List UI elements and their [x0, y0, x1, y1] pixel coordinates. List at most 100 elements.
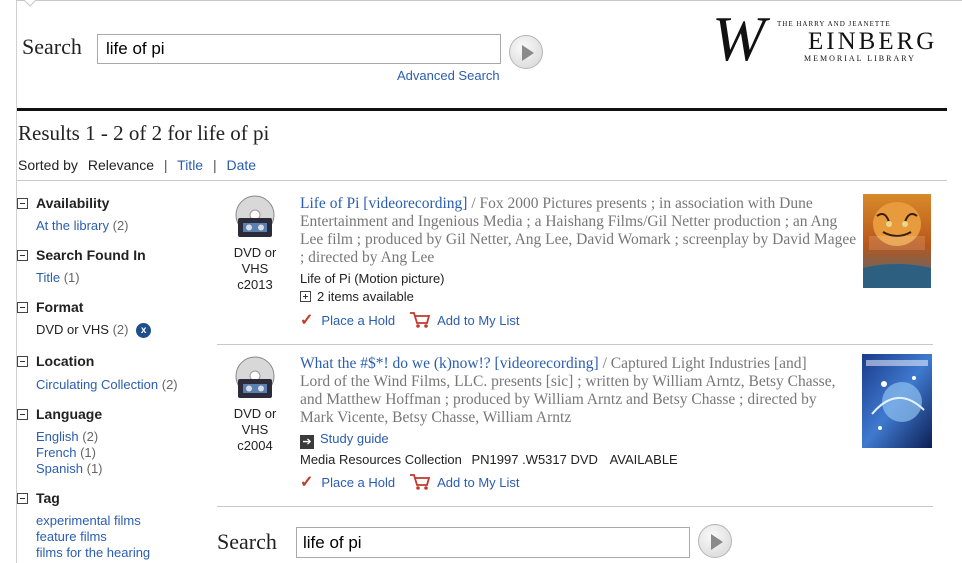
cart-icon — [410, 312, 431, 328]
format-line: DVD or — [233, 245, 277, 260]
facet-item-spanish[interactable]: Spanish (1) — [36, 461, 103, 476]
facet-item-at-the-library[interactable]: At the library (2) — [36, 218, 129, 233]
result-divider — [217, 344, 933, 345]
expand-icon — [300, 291, 311, 302]
facet-item-count: (2) — [112, 322, 129, 337]
facet-item-count: (2) — [82, 429, 99, 444]
collapse-icon — [17, 492, 28, 504]
study-guide-label: Study guide — [320, 431, 389, 446]
sort-options: Sorted by Relevance | Title | Date — [18, 157, 256, 173]
life-of-pi-cover-image[interactable] — [863, 194, 931, 288]
search-label: Search — [22, 34, 82, 59]
collapse-icon — [17, 408, 28, 420]
facet-item-count: (2) — [112, 218, 129, 233]
format-label: DVD or VHS c2004 — [217, 406, 293, 454]
checkmark-icon: ✓ — [300, 474, 314, 491]
footer-search-label: Search — [217, 529, 277, 554]
sort-separator: | — [212, 157, 217, 173]
facet-item-circulating-collection[interactable]: Circulating Collection (2) — [36, 377, 178, 392]
sort-relevance: Relevance — [87, 157, 154, 173]
facet-heading: Search Found In — [36, 247, 146, 263]
play-icon — [522, 45, 534, 61]
facet-search-found-in-toggle[interactable]: Search Found In — [17, 247, 146, 263]
header-divider — [17, 108, 947, 111]
search-submit-button[interactable] — [509, 35, 543, 69]
facet-availability-toggle[interactable]: Availability — [17, 195, 109, 211]
logo-top-line: THE HARRY AND JEANETTE — [777, 20, 891, 28]
frame-notch — [24, 0, 36, 7]
sorted-by-label: Sorted by — [18, 157, 78, 173]
facet-item-label: Spanish — [36, 461, 83, 476]
format-line: VHS — [241, 422, 269, 437]
result-subject: Life of Pi (Motion picture) — [300, 271, 445, 286]
call-number: PN1997 .W5317 DVD — [471, 452, 598, 467]
sort-date-link[interactable]: Date — [227, 157, 257, 173]
facet-item-english[interactable]: English (2) — [36, 429, 98, 444]
facet-item-count: (1) — [63, 270, 80, 285]
remove-filter-icon[interactable]: x — [136, 323, 152, 339]
items-available-toggle[interactable]: 2 items available — [300, 289, 414, 304]
facet-item-label: Title — [36, 270, 61, 285]
collapse-icon — [17, 355, 28, 367]
facet-heading: Location — [36, 353, 95, 369]
place-hold-link[interactable]: Place a Hold — [321, 475, 395, 490]
holding-info: Media Resources Collection PN1997 .W5317… — [300, 452, 678, 467]
result-title-block: Life of Pi [videorecording] / Fox 2000 P… — [300, 195, 860, 267]
format-line: VHS — [241, 261, 269, 276]
library-logo[interactable]: W THE HARRY AND JEANETTE EINBERG MEMORIA… — [712, 3, 942, 74]
sort-separator: | — [163, 157, 168, 173]
add-to-list-link[interactable]: Add to My List — [437, 475, 519, 490]
results-heading: Results 1 - 2 of 2 for life of pi — [18, 121, 270, 145]
facet-heading: Format — [36, 299, 84, 315]
facet-heading: Tag — [36, 490, 60, 506]
logo-main-text: EINBERG — [808, 28, 938, 55]
result-title-link[interactable]: What the #$*! do we (k)now!? [videorecor… — [300, 355, 599, 372]
sort-title-link[interactable]: Title — [177, 157, 203, 173]
facet-location-toggle[interactable]: Location — [17, 353, 94, 369]
facet-item-count: (2) — [161, 377, 178, 392]
facet-item-count: (1) — [80, 445, 96, 460]
facet-item-label: French — [36, 445, 77, 460]
cart-icon — [410, 474, 431, 490]
format-line: DVD or — [233, 406, 277, 421]
facet-tag-toggle[interactable]: Tag — [17, 490, 60, 506]
footer-search-submit-button[interactable] — [698, 524, 732, 558]
advanced-search-link[interactable]: Advanced Search — [397, 68, 500, 83]
status-text: AVAILABLE — [609, 452, 678, 467]
collapse-icon — [17, 301, 28, 313]
what-the-bleep-cover-image[interactable] — [862, 354, 932, 448]
publication-year: c2013 — [237, 277, 273, 292]
format-label: DVD or VHS c2013 — [217, 245, 293, 293]
facet-heading: Availability — [36, 195, 110, 211]
checkmark-icon: ✓ — [300, 312, 314, 329]
collapse-icon — [17, 249, 28, 261]
facet-item-title[interactable]: Title (1) — [36, 270, 80, 285]
dvd-vhs-format-icon — [235, 356, 275, 398]
facet-language-toggle[interactable]: Language — [17, 406, 102, 422]
facet-item-label: DVD or VHS — [36, 322, 109, 337]
result-actions: ✓ Place a Hold Add to My List — [300, 310, 520, 330]
logo-letter: W — [712, 3, 765, 74]
facet-item-experimental-films[interactable]: experimental films — [36, 513, 141, 528]
facet-item-feature-films[interactable]: feature films — [36, 529, 107, 544]
facet-item-films-for-the-hearing[interactable]: films for the hearing — [36, 545, 150, 560]
facet-item-dvd-or-vhs: DVD or VHS (2) x — [36, 322, 152, 339]
result-title-block: What the #$*! do we (k)now!? [videorecor… — [300, 355, 840, 427]
logo-sub-text: MEMORIAL LIBRARY — [804, 54, 916, 63]
search-input[interactable] — [97, 34, 501, 64]
result-title-link[interactable]: Life of Pi [videorecording] — [300, 195, 467, 212]
add-to-list-link[interactable]: Add to My List — [437, 313, 519, 328]
holding-collection: Media Resources Collection — [300, 452, 462, 467]
items-available-text: 2 items available — [317, 289, 414, 304]
publication-year: c2004 — [237, 438, 273, 453]
facet-format-toggle[interactable]: Format — [17, 299, 83, 315]
facet-item-label: At the library — [36, 218, 109, 233]
result-actions: ✓ Place a Hold Add to My List — [300, 472, 520, 492]
footer-search-input[interactable] — [296, 527, 690, 558]
frame-top-border — [16, 0, 962, 1]
place-hold-link[interactable]: Place a Hold — [321, 313, 395, 328]
facet-item-count: (1) — [86, 461, 103, 476]
facet-item-label: English — [36, 429, 79, 444]
facet-item-french[interactable]: French (1) — [36, 445, 96, 460]
study-guide-link[interactable]: ➔ Study guide — [300, 431, 389, 449]
